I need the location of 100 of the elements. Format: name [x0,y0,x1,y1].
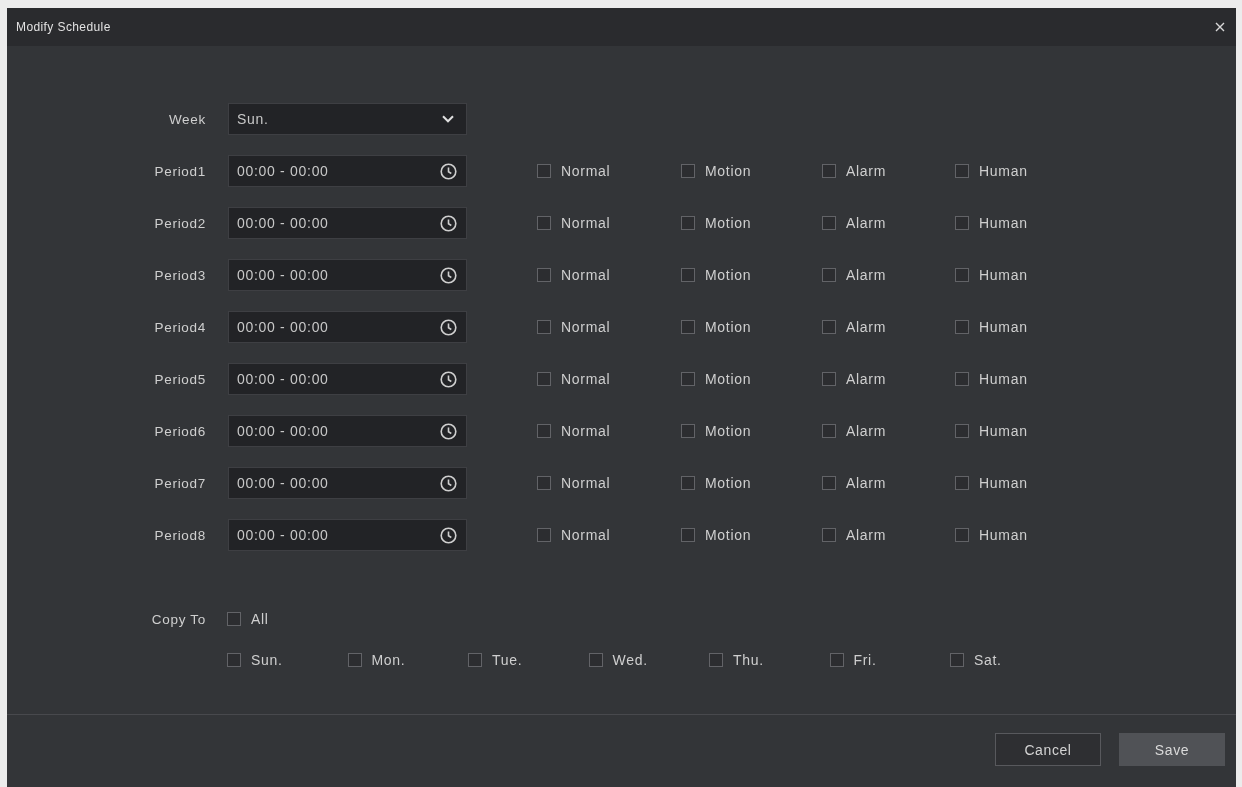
cancel-button[interactable]: Cancel [995,733,1101,766]
mode-checkbox[interactable] [822,320,836,334]
day-label: Wed. [612,652,648,668]
mode-label: Normal [561,267,611,283]
mode-label: Human [979,163,1028,179]
mode-label: Motion [705,527,752,543]
clock-icon[interactable] [440,370,457,388]
mode-checkbox[interactable] [537,164,551,178]
mode-label: Normal [561,527,611,543]
clock-icon[interactable] [440,474,457,492]
mode-checkbox[interactable] [537,476,551,490]
mode-label: Motion [705,319,752,335]
period-label: Period4 [154,319,206,335]
time-range-field[interactable]: 00:00 - 00:00 [228,311,467,343]
close-icon[interactable] [1215,22,1225,32]
mode-checkbox[interactable] [537,268,551,282]
dialog-title: Modify Schedule [16,20,111,34]
period-label: Period1 [154,163,206,179]
mode-label: Normal [561,371,611,387]
mode-label: Motion [705,267,752,283]
mode-checkbox[interactable] [955,268,969,282]
mode-label: Normal [561,163,611,179]
mode-label: Alarm [846,371,887,387]
day-checkbox[interactable] [829,653,844,667]
day-label: Sat. [974,652,1002,668]
period-label: Period2 [154,215,206,231]
day-checkbox[interactable] [468,653,482,667]
mode-checkbox[interactable] [822,164,836,178]
mode-checkbox[interactable] [537,424,551,438]
mode-label: Alarm [846,163,887,179]
period-label: Period8 [154,527,206,543]
mode-checkbox[interactable] [537,372,551,386]
period-label: Period5 [154,371,206,387]
day-label: Tue. [492,652,523,668]
mode-label: Motion [705,215,752,231]
mode-checkbox[interactable] [955,216,969,230]
clock-icon[interactable] [440,526,457,544]
time-range-field[interactable]: 00:00 - 00:00 [228,467,467,499]
mode-checkbox[interactable] [822,476,836,490]
day-checkbox[interactable] [227,653,241,667]
day-label: Sun. [251,652,283,668]
mode-checkbox[interactable] [537,320,551,334]
clock-icon[interactable] [440,422,457,440]
day-label: Fri. [853,652,877,668]
day-checkbox[interactable] [709,653,723,667]
mode-checkbox[interactable] [681,528,695,542]
mode-checkbox[interactable] [681,216,695,230]
mode-checkbox[interactable] [822,424,836,438]
day-checkbox[interactable] [588,653,603,667]
time-range-field[interactable]: 00:00 - 00:00 [228,415,467,447]
mode-checkbox[interactable] [822,372,836,386]
clock-icon[interactable] [440,318,457,336]
time-range-field[interactable]: 00:00 - 00:00 [228,259,467,291]
mode-label: Normal [561,215,611,231]
week-dropdown[interactable]: Sun. [228,103,467,135]
mode-checkbox[interactable] [822,216,836,230]
clock-icon[interactable] [440,266,457,284]
mode-label: Motion [705,423,752,439]
chevron-down-icon [442,115,454,123]
time-range-field[interactable]: 00:00 - 00:00 [228,207,467,239]
mode-checkbox[interactable] [681,164,695,178]
mode-label: Alarm [846,475,887,491]
mode-label: Motion [705,475,752,491]
clock-icon[interactable] [440,162,457,180]
mode-label: Human [979,215,1028,231]
save-button[interactable]: Save [1119,733,1225,766]
mode-checkbox[interactable] [681,372,695,386]
all-days-checkbox[interactable] [227,612,241,626]
mode-checkbox[interactable] [681,320,695,334]
mode-checkbox[interactable] [537,216,551,230]
period-label: Period7 [154,475,206,491]
mode-label: Alarm [846,319,887,335]
mode-label: Alarm [846,527,887,543]
mode-label: Normal [561,475,611,491]
period-label: Period6 [154,423,206,439]
mode-checkbox[interactable] [537,528,551,542]
mode-checkbox[interactable] [955,320,969,334]
clock-icon[interactable] [440,214,457,232]
mode-label: Alarm [846,215,887,231]
mode-checkbox[interactable] [955,476,969,490]
time-range-field[interactable]: 00:00 - 00:00 [228,363,467,395]
mode-label: Motion [705,163,752,179]
time-range-field[interactable]: 00:00 - 00:00 [228,155,467,187]
day-checkbox[interactable] [950,653,964,667]
mode-label: Human [979,319,1028,335]
mode-checkbox[interactable] [681,476,695,490]
mode-label: Alarm [846,267,887,283]
field-label: Week [168,111,206,127]
mode-checkbox[interactable] [681,424,695,438]
mode-checkbox[interactable] [681,268,695,282]
mode-label: Human [979,423,1028,439]
mode-checkbox[interactable] [822,268,836,282]
mode-checkbox[interactable] [955,528,969,542]
time-range-field[interactable]: 00:00 - 00:00 [228,519,467,551]
day-checkbox[interactable] [347,653,362,667]
mode-checkbox[interactable] [955,424,969,438]
mode-checkbox[interactable] [822,528,836,542]
day-label: Thu. [733,652,764,668]
mode-checkbox[interactable] [955,164,969,178]
mode-checkbox[interactable] [955,372,969,386]
